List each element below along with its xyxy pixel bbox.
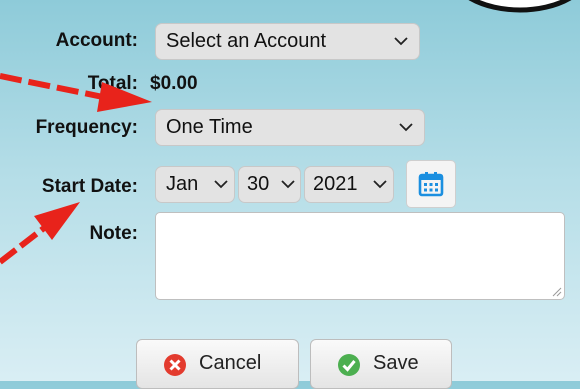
x-circle-icon xyxy=(164,354,186,376)
start-year-select[interactable]: 2021 xyxy=(304,166,394,203)
chevron-down-icon xyxy=(214,180,228,189)
account-select-value: Select an Account xyxy=(166,30,327,52)
frequency-select-value: One Time xyxy=(166,116,253,138)
cancel-button-label: Cancel xyxy=(199,352,262,374)
save-button[interactable]: Save xyxy=(310,339,452,389)
chevron-down-icon xyxy=(281,180,295,189)
account-select[interactable]: Select an Account xyxy=(155,23,420,60)
total-label: Total: xyxy=(87,73,138,94)
start-date-label: Start Date: xyxy=(41,176,138,197)
start-year-value: 2021 xyxy=(313,173,358,195)
note-textarea[interactable] xyxy=(155,212,565,300)
chevron-down-icon xyxy=(399,123,413,132)
start-day-select[interactable]: 30 xyxy=(238,166,301,203)
account-label: Account: xyxy=(55,30,138,51)
calendar-icon xyxy=(418,172,444,197)
resize-grip-icon[interactable] xyxy=(552,287,562,297)
check-circle-icon xyxy=(338,354,360,376)
chevron-down-icon xyxy=(394,37,408,46)
chevron-down-icon xyxy=(373,180,387,189)
cancel-button[interactable]: Cancel xyxy=(136,339,299,389)
frequency-label: Frequency: xyxy=(35,117,138,138)
start-month-value: Jan xyxy=(166,173,199,195)
start-day-value: 30 xyxy=(247,173,270,195)
calendar-button[interactable] xyxy=(406,160,456,208)
clock-graphic xyxy=(468,0,572,13)
frequency-select[interactable]: One Time xyxy=(155,109,425,146)
total-value: $0.00 xyxy=(150,73,198,94)
note-label: Note: xyxy=(89,223,138,244)
start-month-select[interactable]: Jan xyxy=(155,166,235,203)
save-button-label: Save xyxy=(373,352,419,374)
